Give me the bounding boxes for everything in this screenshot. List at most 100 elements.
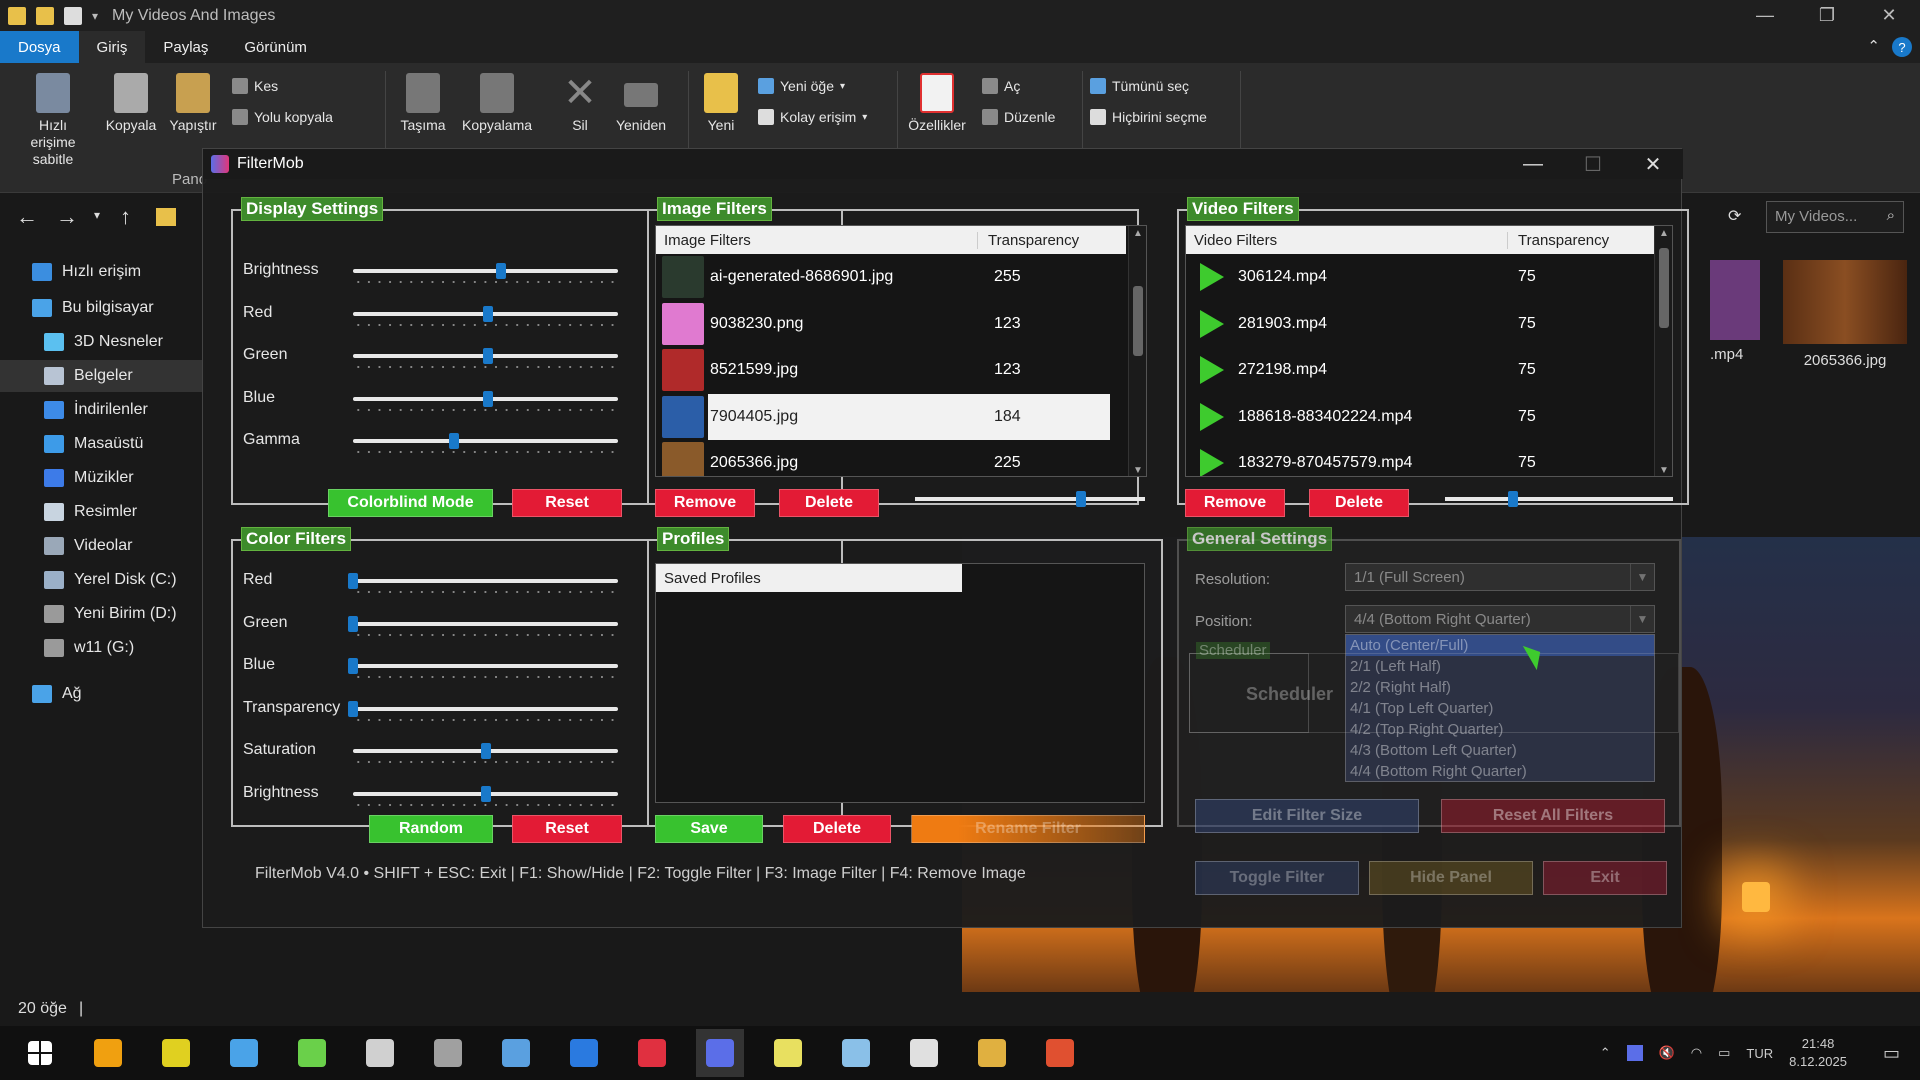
tab-home[interactable]: Giriş xyxy=(79,31,146,63)
profiles-list[interactable]: Saved Profiles xyxy=(655,563,1145,803)
video-filter-row[interactable]: 188618-883402224.mp475 xyxy=(1186,394,1652,440)
sidebar-item[interactable]: Ağ xyxy=(0,678,205,710)
app5-icon[interactable] xyxy=(356,1029,404,1077)
file-item[interactable]: 2065366.jpg xyxy=(1780,260,1910,400)
col-transparency[interactable]: Transparency xyxy=(1508,232,1609,249)
sidebar-item[interactable]: Belgeler xyxy=(0,360,205,392)
close-button[interactable]: ✕ xyxy=(1858,0,1920,31)
video-filters-list[interactable]: Video Filters Transparency 306124.mp4752… xyxy=(1185,225,1673,477)
slider-thumb[interactable] xyxy=(483,306,493,322)
slider-thumb[interactable] xyxy=(483,348,493,364)
video-remove-button[interactable]: Remove xyxy=(1185,489,1285,517)
video-filter-row[interactable]: 272198.mp475 xyxy=(1186,347,1652,393)
sidebar-item[interactable]: Videolar xyxy=(0,530,205,562)
cut-button[interactable]: Kes xyxy=(232,75,278,97)
easy-access-button[interactable]: Kolay erişim▾ xyxy=(758,106,867,128)
resolution-select[interactable]: 1/1 (Full Screen) ▼ xyxy=(1345,563,1655,591)
back-icon[interactable]: ← xyxy=(16,204,38,230)
slider-track[interactable] xyxy=(353,622,618,626)
properties-button[interactable]: Özellikler xyxy=(902,73,972,134)
scroll-thumb[interactable] xyxy=(1133,286,1143,356)
tab-file[interactable]: Dosya xyxy=(0,31,79,63)
tab-share[interactable]: Paylaş xyxy=(145,31,226,63)
copy-path-button[interactable]: Yolu kopyala xyxy=(232,106,333,128)
col-transparency[interactable]: Transparency xyxy=(978,232,1079,249)
move-button[interactable]: Taşıma xyxy=(388,73,458,134)
image-filter-row[interactable]: 7904405.jpg184 xyxy=(656,394,1126,440)
paste-button[interactable]: Yapıştır xyxy=(158,73,228,134)
fm-close-button[interactable]: ✕ xyxy=(1623,149,1683,179)
image-list-scrollbar[interactable]: ▲ ▼ xyxy=(1128,226,1146,477)
slider-thumb[interactable] xyxy=(481,743,491,759)
slider-track[interactable] xyxy=(353,707,618,711)
maximize-button[interactable]: ❐ xyxy=(1796,0,1858,31)
save-profile-button[interactable]: Save xyxy=(655,815,763,843)
help-icon[interactable]: ? xyxy=(1892,37,1912,57)
slider-track[interactable] xyxy=(353,664,618,668)
sidebar-item[interactable]: Yeni Birim (D:) xyxy=(0,598,205,630)
search-icon[interactable] xyxy=(84,1029,132,1077)
slider-thumb[interactable] xyxy=(348,573,358,589)
filtermob-tray-icon[interactable] xyxy=(1627,1045,1643,1061)
slider-thumb[interactable] xyxy=(481,786,491,802)
battery-icon[interactable]: ▭ xyxy=(1718,1045,1730,1061)
exit-button[interactable]: Exit xyxy=(1543,861,1667,895)
fm-minimize-button[interactable]: — xyxy=(1503,149,1563,179)
image-filter-row[interactable]: 8521599.jpg123 xyxy=(656,347,1126,393)
app7-icon[interactable] xyxy=(492,1029,540,1077)
language-indicator[interactable]: TUR xyxy=(1746,1046,1773,1061)
slider-track[interactable] xyxy=(353,439,618,443)
slider-track[interactable] xyxy=(353,312,618,316)
sidebar-item[interactable]: 3D Nesneler xyxy=(0,326,205,358)
start-icon[interactable] xyxy=(16,1029,64,1077)
copy-button[interactable]: Kopyala xyxy=(96,73,166,134)
forward-icon[interactable]: → xyxy=(56,204,78,230)
sidebar-item[interactable]: Müzikler xyxy=(0,462,205,494)
slider-track[interactable] xyxy=(353,269,618,273)
file-item[interactable]: .mp4 xyxy=(1710,260,1770,400)
sidebar-item[interactable]: Bu bilgisayar xyxy=(0,292,205,324)
image-transparency-slider[interactable] xyxy=(915,489,1145,509)
ag-icon[interactable] xyxy=(220,1029,268,1077)
image-remove-button[interactable]: Remove xyxy=(655,489,755,517)
color-reset-button[interactable]: Reset xyxy=(512,815,622,843)
position-option[interactable]: 4/4 (Bottom Right Quarter) xyxy=(1346,761,1654,782)
sidebar-item[interactable]: İndirilenler xyxy=(0,394,205,426)
app6-icon[interactable] xyxy=(424,1029,472,1077)
tools-icon[interactable] xyxy=(288,1029,336,1077)
position-select[interactable]: 4/4 (Bottom Right Quarter) ▼ xyxy=(1345,605,1655,633)
video-filter-row[interactable]: 281903.mp475 xyxy=(1186,301,1652,347)
slider-track[interactable] xyxy=(353,579,618,583)
slider-thumb[interactable] xyxy=(1076,491,1086,507)
slider-thumb[interactable] xyxy=(483,391,493,407)
sidebar-item[interactable]: w11 (G:) xyxy=(0,632,205,664)
delete-profile-button[interactable]: Delete xyxy=(783,815,891,843)
rename-button[interactable]: Yeniden xyxy=(606,73,676,134)
delete-button[interactable]: ✕Sil xyxy=(545,73,615,134)
new-folder-button[interactable]: Yeni xyxy=(686,73,756,134)
chevron-up-icon[interactable]: ⌃ xyxy=(1867,37,1880,55)
edit-button[interactable]: Düzenle xyxy=(982,106,1055,128)
chevron-up-icon[interactable]: ⌃ xyxy=(1600,1045,1611,1061)
slider-thumb[interactable] xyxy=(348,658,358,674)
sidebar-item[interactable]: Hızlı erişim xyxy=(0,256,205,288)
dropdown-arrow-icon[interactable]: ▾ xyxy=(92,9,98,23)
position-option[interactable]: 4/3 (Bottom Left Quarter) xyxy=(1346,740,1654,761)
select-none-button[interactable]: Hiçbirini seçme xyxy=(1090,106,1207,128)
slider-thumb[interactable] xyxy=(449,433,459,449)
slider-track[interactable] xyxy=(353,397,618,401)
video-list-scrollbar[interactable]: ▲ ▼ xyxy=(1654,226,1672,477)
slider-track[interactable] xyxy=(353,354,618,358)
app15-icon[interactable] xyxy=(1036,1029,1084,1077)
pin-button[interactable]: Hızlı erişime sabitle xyxy=(18,73,88,168)
video-filter-row[interactable]: 306124.mp475 xyxy=(1186,254,1652,300)
explorer-icon[interactable] xyxy=(968,1029,1016,1077)
video-transparency-slider[interactable] xyxy=(1445,489,1673,509)
video-filter-row[interactable]: 183279-870457579.mp475 xyxy=(1186,440,1652,477)
slider-thumb[interactable] xyxy=(496,263,506,279)
slider-track[interactable] xyxy=(353,749,618,753)
image-filter-row[interactable]: 9038230.png123 xyxy=(656,301,1126,347)
search-input[interactable]: My Videos... ⌕ xyxy=(1766,201,1904,233)
chevron-down-icon[interactable]: ▾ xyxy=(94,208,100,222)
col-video-filters[interactable]: Video Filters xyxy=(1186,232,1508,249)
